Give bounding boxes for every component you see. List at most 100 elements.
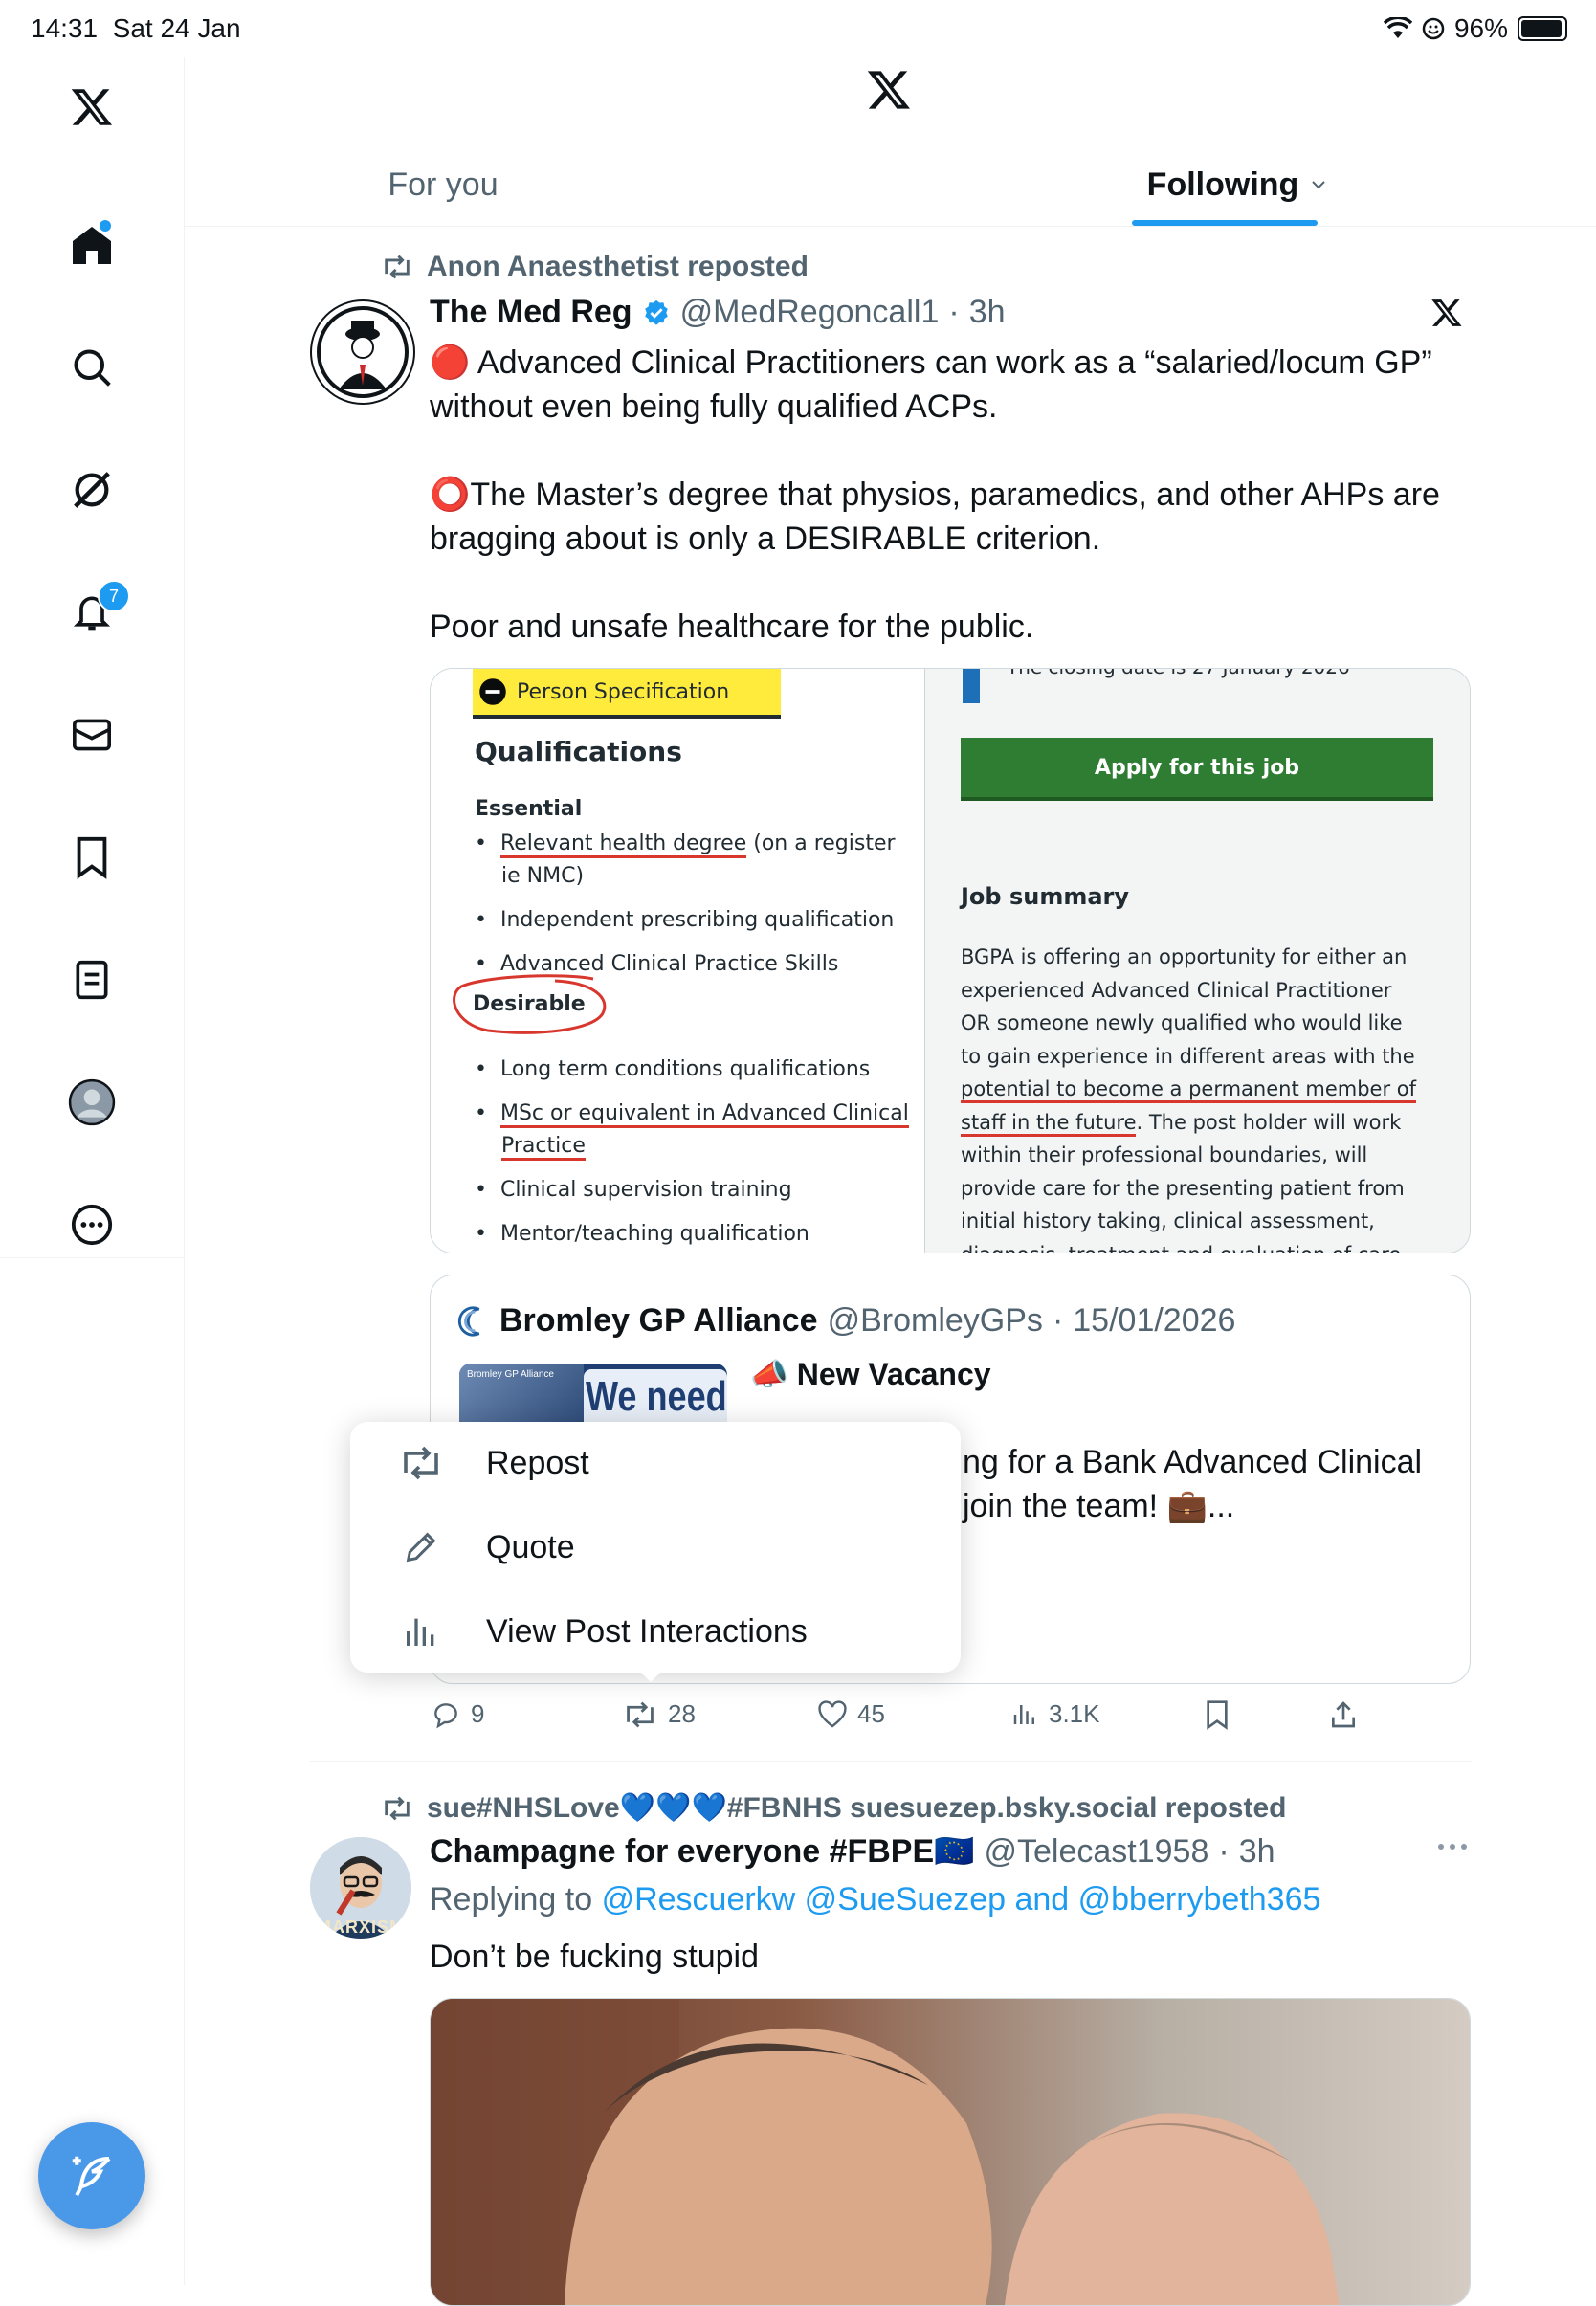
repost-menu: Repost Quote View Post Interactions	[350, 1422, 961, 1673]
post-photo[interactable]	[430, 1998, 1471, 2306]
home-unread-dot	[100, 220, 111, 232]
avatar-telecast[interactable]: MARXISM	[310, 1837, 411, 1939]
quoted-headline: 📣 New Vacancy	[750, 1357, 991, 1391]
status-date: Sat 24 Jan	[112, 13, 241, 43]
quoted-text: ng for a Bank Advanced Clinical join the…	[963, 1444, 1423, 1524]
quoted-post-image: Bromley GP Alliance We need	[459, 1364, 727, 1430]
person-spec-label: Person Specification	[517, 679, 730, 704]
avatar-med-reg[interactable]	[310, 299, 415, 405]
quoted-image-small-text: Bromley GP Alliance	[467, 1369, 554, 1380]
grok-icon[interactable]	[63, 461, 121, 519]
tab-following[interactable]: Following	[1122, 144, 1352, 226]
search-icon[interactable]	[63, 339, 121, 396]
reply-button[interactable]: 9	[431, 1699, 484, 1729]
quoted-image-headline: We need	[586, 1373, 727, 1420]
apply-for-job-button: Apply for this job	[961, 738, 1433, 801]
closing-date: The closing date is 27 January 2026	[1007, 669, 1350, 678]
battery-icon	[1518, 16, 1567, 41]
reposted-by[interactable]: sue#NHSLove💙💙💙#FBNHS suesuezep.bsky.soci…	[427, 1791, 1286, 1825]
menu-pointer	[635, 1667, 666, 1682]
desirable-list: • Long term conditions qualifications • …	[475, 1057, 909, 1246]
essential-list: • Relevant health degree (on a register …	[475, 831, 896, 976]
bromley-logo-icon	[457, 1304, 490, 1339]
author-handle[interactable]: @Telecast1958	[984, 1833, 1208, 1871]
quoted-post-header: Bromley GP Alliance @BromleyGPs · 15/01/…	[457, 1302, 1235, 1340]
more-icon[interactable]	[63, 1196, 121, 1253]
heart-icon	[817, 1699, 848, 1729]
menu-item-quote-label: Quote	[486, 1528, 575, 1565]
compose-button[interactable]	[38, 2122, 145, 2229]
post-divider	[310, 1761, 1472, 1762]
bar-chart-icon	[1010, 1700, 1039, 1729]
menu-item-view-interactions[interactable]: View Post Interactions	[350, 1590, 961, 1673]
bookmarks-icon[interactable]	[63, 829, 121, 886]
like-count: 45	[857, 1699, 885, 1728]
menu-item-view-interactions-label: View Post Interactions	[486, 1612, 808, 1650]
compose-icon	[66, 2150, 118, 2202]
repost-indicator: Anon Anaesthetist reposted	[381, 251, 809, 283]
reply-icon	[431, 1700, 461, 1729]
post-paragraph: ⭕The Master’s degree that physios, param…	[430, 477, 1440, 557]
red-circle-annotation	[450, 971, 612, 1038]
repost-icon	[381, 255, 413, 279]
person-spec-badge: Person Specification	[473, 669, 781, 719]
post-paragraph: Poor and unsafe healthcare for the publi…	[430, 609, 1034, 645]
author-handle[interactable]: @MedRegoncall1	[680, 294, 940, 331]
job-summary-panel: The closing date is 27 January 2026 Appl…	[947, 669, 1470, 1253]
view-count: 3.1K	[1049, 1699, 1100, 1728]
tab-active-indicator	[1132, 220, 1318, 226]
author-name[interactable]: The Med Reg	[430, 294, 632, 331]
author-name[interactable]: Champagne for everyone #FBPE🇪🇺	[430, 1832, 974, 1871]
repost-indicator: sue#NHSLove💙💙💙#FBNHS suesuezep.bsky.soci…	[381, 1791, 1286, 1825]
bookmark-button[interactable]	[1204, 1699, 1230, 1730]
info-bar-marker	[963, 669, 980, 703]
verified-icon	[642, 299, 671, 327]
post-header: The Med Reg @MedRegoncall1 · 3h	[430, 294, 1006, 331]
more-options-button[interactable]	[1435, 1841, 1470, 1852]
pencil-icon	[392, 1528, 450, 1566]
repost-icon	[381, 1796, 413, 1821]
share-icon	[1328, 1699, 1359, 1730]
reply-count: 9	[471, 1699, 485, 1728]
replying-to: Replying to @Rescuerkw @SueSuezep and @b…	[430, 1881, 1321, 1918]
avatar-caption: MARXISM	[317, 1918, 405, 1937]
post-body: 🔴 Advanced Clinical Practitioners can wo…	[430, 341, 1473, 693]
messages-icon[interactable]	[63, 706, 121, 764]
tab-for-you[interactable]: For you	[328, 144, 558, 226]
post-paragraph: 🔴 Advanced Clinical Practitioners can wo…	[430, 344, 1432, 425]
notifications-badge: 7	[98, 580, 130, 612]
post-header: Champagne for everyone #FBPE🇪🇺 @Telecast…	[430, 1832, 1275, 1871]
chevron-down-icon	[1310, 179, 1327, 190]
reposted-by[interactable]: Anon Anaesthetist reposted	[427, 251, 809, 283]
status-time: 14:31	[31, 13, 99, 43]
panel-divider	[924, 669, 949, 1253]
profile-icon[interactable]	[63, 1074, 121, 1131]
quoted-author-handle: @BromleyGPs	[827, 1302, 1043, 1339]
like-button[interactable]: 45	[817, 1699, 885, 1729]
quoted-author-name: Bromley GP Alliance	[499, 1302, 818, 1339]
header-x-logo-icon[interactable]	[865, 67, 913, 113]
sidebar: 7	[0, 57, 185, 2285]
lists-icon[interactable]	[63, 951, 121, 1009]
repost-icon	[392, 1446, 450, 1480]
share-button[interactable]	[1328, 1699, 1359, 1730]
notifications-icon[interactable]: 7	[63, 580, 130, 641]
post-time[interactable]: 3h	[969, 294, 1006, 331]
menu-item-quote[interactable]: Quote	[350, 1506, 961, 1588]
bar-chart-icon	[392, 1612, 450, 1651]
post-media-image[interactable]: Person Specification Qualifications Esse…	[430, 668, 1471, 1253]
minus-circle-icon	[478, 677, 507, 706]
post-time[interactable]: 3h	[1239, 1833, 1275, 1871]
home-icon[interactable]	[63, 216, 121, 274]
person-specification-panel: Person Specification Qualifications Esse…	[431, 669, 924, 1253]
bookmark-icon	[1204, 1699, 1230, 1730]
x-logo-icon[interactable]	[63, 78, 121, 136]
views-button[interactable]: 3.1K	[1010, 1699, 1100, 1729]
menu-item-repost-label: Repost	[486, 1444, 589, 1481]
post-x-logo-icon	[1430, 297, 1464, 329]
battery-percentage: 96%	[1453, 13, 1508, 43]
replying-to-handles[interactable]: @Rescuerkw @SueSuezep and @bberrybeth365	[602, 1881, 1321, 1918]
job-summary-text: BGPA is offering an opportunity for eith…	[961, 945, 1417, 1253]
menu-item-repost[interactable]: Repost	[350, 1422, 961, 1504]
repost-button[interactable]: 28	[622, 1699, 696, 1729]
